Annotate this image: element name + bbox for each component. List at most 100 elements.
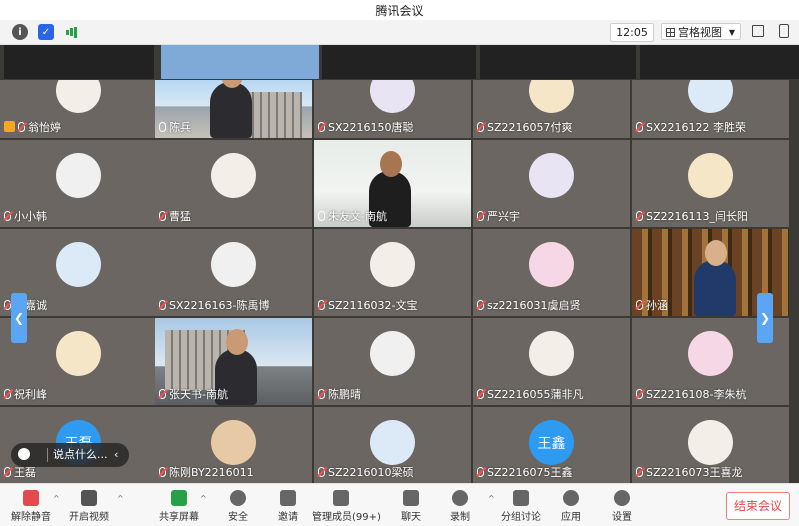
end-meeting-button[interactable]: 结束会议 <box>726 492 790 520</box>
participant-tile[interactable]: 曹猛 <box>155 140 312 227</box>
participant-name-label: SX2216122 李胜荣 <box>636 120 750 136</box>
mic-muted-icon <box>636 467 643 477</box>
participant-name-label: sz2216031虞启贤 <box>477 298 585 314</box>
participant-tile[interactable]: sz2216031虞启贤 <box>473 229 630 316</box>
participant-tile[interactable]: 严兴宇 <box>473 140 630 227</box>
participant-name-label: SX2216150唐聪 <box>318 120 418 136</box>
chevron-up-icon[interactable]: ^ <box>488 494 495 503</box>
toolbar-camera-off-button[interactable]: 开启视频 <box>60 484 118 526</box>
participant-name: SZ2216108-李朱杭 <box>646 388 747 401</box>
participant-name-label: 陈鹏晴 <box>318 387 365 403</box>
apps-icon <box>563 490 579 506</box>
participant-name: 王磊 <box>14 466 36 479</box>
chevron-up-icon[interactable]: ^ <box>53 494 60 503</box>
avatar <box>56 153 101 198</box>
mic-muted-icon <box>4 467 11 477</box>
mic-muted-icon <box>636 122 643 132</box>
participant-name: SZ2216113_闫长阳 <box>646 210 749 223</box>
mic-muted-icon <box>23 490 39 506</box>
participant-name: 张天书-南航 <box>169 388 228 401</box>
mic-muted-icon <box>4 300 11 310</box>
chat-input[interactable]: 说点什么... <box>53 443 108 467</box>
toolbar-invite-button[interactable]: 邀请 <box>259 484 317 526</box>
settings-icon <box>614 490 630 506</box>
info-icon[interactable]: i <box>12 24 28 40</box>
participant-tile[interactable]: SZ2116032-文宝 <box>314 229 471 316</box>
avatar <box>211 420 256 465</box>
participant-tile[interactable]: 张天书-南航 <box>155 318 312 405</box>
breakout-icon <box>513 490 529 506</box>
participant-name: SZ2216057付爽 <box>487 121 573 134</box>
participant-tile[interactable]: SZ2216010梁硕 <box>314 407 471 483</box>
participant-tile[interactable]: 陈刚BY2216011 <box>155 407 312 483</box>
chat-quick-bar[interactable]: 说点什么... ‹ <box>11 443 129 467</box>
participant-name: 祝利峰 <box>14 388 47 401</box>
view-mode-label: 宫格视图 <box>678 26 722 39</box>
participant-tile[interactable]: SX2216163-陈禹博 <box>155 229 312 316</box>
participant-tile[interactable]: 陈鹏晴 <box>314 318 471 405</box>
participant-name-label: 朱友文-南航 <box>318 209 391 225</box>
toolbar-share-screen-button[interactable]: 共享屏幕 <box>150 484 208 526</box>
toolbar-mic-muted-button[interactable]: 解除静音 <box>2 484 60 526</box>
participant-tile[interactable]: SX2216150唐聪 <box>314 80 471 138</box>
view-mode-button[interactable]: 宫格视图 ▼ <box>661 23 741 40</box>
grid-icon <box>666 28 675 37</box>
avatar: 王鑫 <box>529 420 574 465</box>
participant-name-label: SX2216163-陈禹博 <box>159 298 273 314</box>
toolbar-record-button[interactable]: 录制 <box>431 484 489 526</box>
chevron-left-icon[interactable]: ‹ <box>114 443 118 467</box>
toolbar-members-button[interactable]: 管理成员(99+) <box>312 484 381 526</box>
avatar <box>529 242 574 287</box>
participant-tile[interactable]: SZ2216073王喜龙 <box>632 407 789 483</box>
avatar <box>370 420 415 465</box>
participant-name: 陈刚BY2216011 <box>169 466 254 479</box>
invite-icon <box>280 490 296 506</box>
participant-name-label: SZ2216075王鑫 <box>477 465 577 481</box>
participant-tile[interactable]: SX2216122 李胜荣 <box>632 80 789 138</box>
avatar <box>211 153 256 198</box>
shield-icon[interactable]: ✓ <box>38 24 54 40</box>
participant-name: 陈鹏晴 <box>328 388 361 401</box>
mic-muted-icon <box>636 300 643 310</box>
participant-tile[interactable]: SZ2216113_闫长阳 <box>632 140 789 227</box>
page-next-button[interactable]: ❯ <box>757 293 773 343</box>
toolbar-apps-button[interactable]: 应用 <box>542 484 600 526</box>
mic-icon <box>159 122 166 132</box>
participant-tile[interactable]: 翁怡婷 <box>0 80 157 138</box>
emoji-icon[interactable] <box>18 448 30 460</box>
mic-muted-icon <box>318 300 325 310</box>
fullscreen-icon[interactable] <box>752 25 764 37</box>
participant-name: 小小韩 <box>14 210 47 223</box>
participant-name-label: SZ2216057付爽 <box>477 120 577 136</box>
chat-icon <box>403 490 419 506</box>
chevron-up-icon[interactable]: ^ <box>117 494 124 503</box>
participant-name: SX2216122 李胜荣 <box>646 121 747 134</box>
participant-tile[interactable]: SZ2216057付爽 <box>473 80 630 138</box>
participant-tile[interactable]: 王鑫 SZ2216075王鑫 <box>473 407 630 483</box>
toolbar-label: 共享屏幕 <box>159 512 199 523</box>
toolbar-label: 应用 <box>561 512 581 523</box>
toolbar-label: 设置 <box>612 512 632 523</box>
participant-name-label: 陈兵 <box>159 120 195 136</box>
participant-tile[interactable]: 朱友文-南航 <box>314 140 471 227</box>
participant-name: SZ2216075王鑫 <box>487 466 573 479</box>
toolbar-label: 解除静音 <box>11 512 51 523</box>
avatar <box>211 242 256 287</box>
window-mode-icon[interactable] <box>779 24 789 38</box>
participant-name-label: 祝利峰 <box>4 387 51 403</box>
participant-tile[interactable]: SZ2216055蒲非凡 <box>473 318 630 405</box>
participant-name-label: 陈刚BY2216011 <box>159 465 258 481</box>
participant-name-label: SZ2216010梁硕 <box>318 465 418 481</box>
video-strip <box>640 45 799 79</box>
avatar <box>370 242 415 287</box>
chevron-up-icon[interactable]: ^ <box>200 494 207 503</box>
avatar <box>688 420 733 465</box>
participant-tile[interactable]: 小小韩 <box>0 140 157 227</box>
signal-icon[interactable] <box>64 24 80 40</box>
participant-name: 翁怡婷 <box>28 121 61 134</box>
toolbar-settings-button[interactable]: 设置 <box>593 484 651 526</box>
avatar <box>56 80 101 113</box>
page-prev-button[interactable]: ❮ <box>11 293 27 343</box>
participant-tile[interactable]: 陈兵 <box>155 80 312 138</box>
video-strip <box>161 45 319 79</box>
